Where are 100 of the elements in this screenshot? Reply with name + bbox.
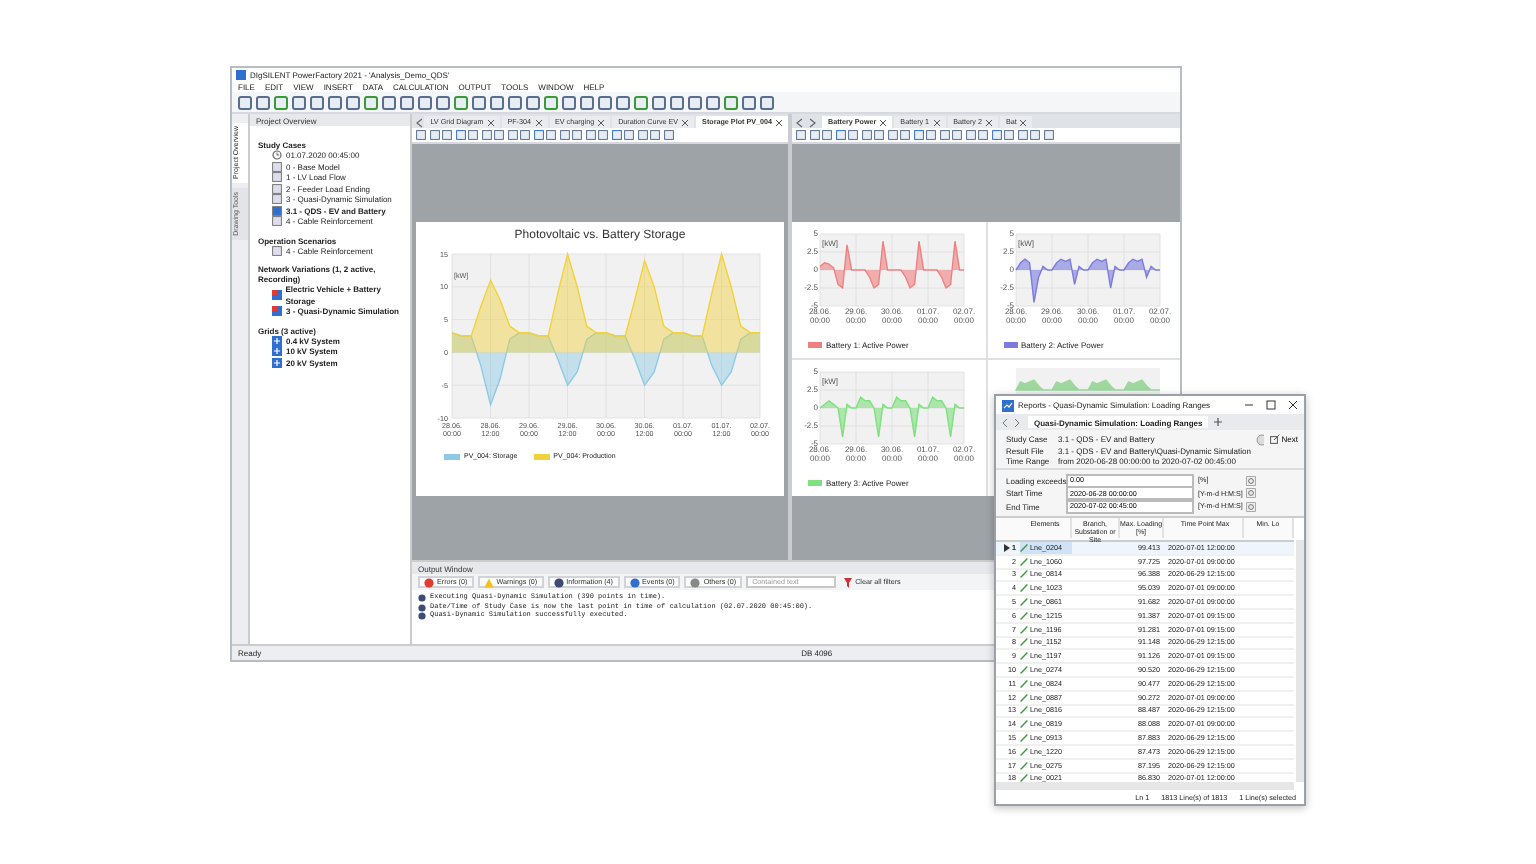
toolbar-square-icon[interactable] xyxy=(520,130,530,140)
toolbar-square-icon[interactable] xyxy=(637,130,647,140)
toolbar-square-icon[interactable] xyxy=(468,130,478,140)
add-tab-icon[interactable] xyxy=(1214,418,1223,426)
toolbar-square-icon[interactable] xyxy=(887,130,897,140)
toolbar-square-icon[interactable] xyxy=(760,95,774,109)
toolbar-square-icon[interactable] xyxy=(939,130,949,140)
minimize-icon[interactable] xyxy=(1244,400,1254,410)
toolbar-square-icon[interactable] xyxy=(507,130,517,140)
toolbar-square-icon[interactable] xyxy=(874,130,884,140)
line-icon xyxy=(1020,734,1028,743)
toolbar-square-icon[interactable] xyxy=(652,95,666,109)
close-icon xyxy=(487,119,494,125)
close-icon xyxy=(985,119,992,125)
toolbar-square-icon[interactable] xyxy=(670,95,684,109)
toolbar-square-icon[interactable] xyxy=(238,95,252,109)
close-icon xyxy=(880,119,887,125)
toolbar-square-icon[interactable] xyxy=(292,95,306,109)
toolbar-square-icon[interactable] xyxy=(1017,130,1027,140)
tab-scroll-arrows-icon[interactable] xyxy=(796,118,820,128)
toolbar-square-icon[interactable] xyxy=(455,130,465,140)
toolbar-square-icon[interactable] xyxy=(436,95,450,109)
toolbar-square-icon[interactable] xyxy=(1043,130,1053,140)
line-icon xyxy=(1020,570,1028,579)
toolbar-square-icon[interactable] xyxy=(442,130,452,140)
legend-swatch-icon xyxy=(808,342,822,348)
toolbar-square-icon[interactable] xyxy=(546,130,556,140)
toolbar-square-icon[interactable] xyxy=(616,95,630,109)
toolbar-square-icon[interactable] xyxy=(508,95,522,109)
toolbar-square-icon[interactable] xyxy=(835,130,845,140)
toolbar-square-icon[interactable] xyxy=(978,130,988,140)
toolbar-square-icon[interactable] xyxy=(809,130,819,140)
toolbar-square-icon[interactable] xyxy=(913,130,923,140)
toolbar-square-icon[interactable] xyxy=(688,95,702,109)
line-icon xyxy=(1020,706,1028,715)
toolbar-square-icon[interactable] xyxy=(1004,130,1014,140)
current-row-icon xyxy=(1004,543,1010,552)
toolbar-square-icon[interactable] xyxy=(310,95,324,109)
toolbar-square-icon[interactable] xyxy=(256,95,270,109)
toolbar-square-icon[interactable] xyxy=(580,95,594,109)
toolbar-square-icon[interactable] xyxy=(544,95,558,109)
refresh-icon[interactable] xyxy=(1246,488,1256,498)
toolbar-square-icon[interactable] xyxy=(724,95,738,109)
other-icon xyxy=(690,577,701,587)
toolbar-square-icon[interactable] xyxy=(598,130,608,140)
toolbar-square-icon[interactable] xyxy=(900,130,910,140)
toolbar-square-icon[interactable] xyxy=(346,95,360,109)
toolbar-square-icon[interactable] xyxy=(742,95,756,109)
line-icon xyxy=(1020,625,1028,634)
toolbar-square-icon[interactable] xyxy=(400,95,414,109)
toolbar-square-icon[interactable] xyxy=(416,130,426,140)
toolbar-square-icon[interactable] xyxy=(494,130,504,140)
toolbar-square-icon[interactable] xyxy=(822,130,832,140)
toolbar-square-icon[interactable] xyxy=(382,95,396,109)
toolbar-square-icon[interactable] xyxy=(418,95,432,109)
close-icon xyxy=(933,119,940,125)
study-case-icon xyxy=(272,245,282,256)
refresh-icon[interactable] xyxy=(1246,475,1256,485)
nav-arrows-icon[interactable] xyxy=(1002,417,1022,427)
toolbar-square-icon[interactable] xyxy=(706,95,720,109)
toolbar-square-icon[interactable] xyxy=(429,130,439,140)
toolbar-square-icon[interactable] xyxy=(634,95,648,109)
toolbar-square-icon[interactable] xyxy=(861,130,871,140)
toolbar-square-icon[interactable] xyxy=(624,130,634,140)
toolbar-square-icon[interactable] xyxy=(481,130,491,140)
toolbar-square-icon[interactable] xyxy=(663,130,673,140)
maximize-icon[interactable] xyxy=(1266,400,1276,410)
toolbar-square-icon[interactable] xyxy=(585,130,595,140)
variation-icon xyxy=(272,290,282,300)
toolbar-square-icon[interactable] xyxy=(650,130,660,140)
app-icon xyxy=(236,69,246,79)
toolbar-square-icon[interactable] xyxy=(364,95,378,109)
export-icon xyxy=(1269,434,1280,444)
toolbar-square-icon[interactable] xyxy=(490,95,504,109)
toolbar-square-icon[interactable] xyxy=(562,95,576,109)
toolbar-square-icon[interactable] xyxy=(1030,130,1040,140)
toolbar-square-icon[interactable] xyxy=(572,130,582,140)
legend-swatch-icon xyxy=(1003,342,1017,348)
toolbar-square-icon[interactable] xyxy=(952,130,962,140)
toolbar-square-icon[interactable] xyxy=(598,95,612,109)
legend-swatch-icon xyxy=(444,453,460,459)
refresh-icon[interactable] xyxy=(1246,501,1256,511)
line-icon xyxy=(1020,543,1028,552)
toolbar-square-icon[interactable] xyxy=(848,130,858,140)
toolbar-square-icon[interactable] xyxy=(533,130,543,140)
toolbar-square-icon[interactable] xyxy=(965,130,975,140)
toolbar-square-icon[interactable] xyxy=(611,130,621,140)
tab-scroll-arrows-icon[interactable] xyxy=(416,118,423,128)
toolbar-square-icon[interactable] xyxy=(274,95,288,109)
toolbar-square-icon[interactable] xyxy=(472,95,486,109)
toolbar-square-icon[interactable] xyxy=(926,130,936,140)
toolbar-square-icon[interactable] xyxy=(559,130,569,140)
scrollbar[interactable] xyxy=(1296,540,1304,782)
toolbar-square-icon[interactable] xyxy=(526,95,540,109)
line-icon xyxy=(1020,652,1028,661)
toolbar-square-icon[interactable] xyxy=(454,95,468,109)
toolbar-square-icon[interactable] xyxy=(991,130,1001,140)
close-icon[interactable] xyxy=(1288,400,1298,410)
toolbar-square-icon[interactable] xyxy=(796,130,806,140)
toolbar-square-icon[interactable] xyxy=(328,95,342,109)
